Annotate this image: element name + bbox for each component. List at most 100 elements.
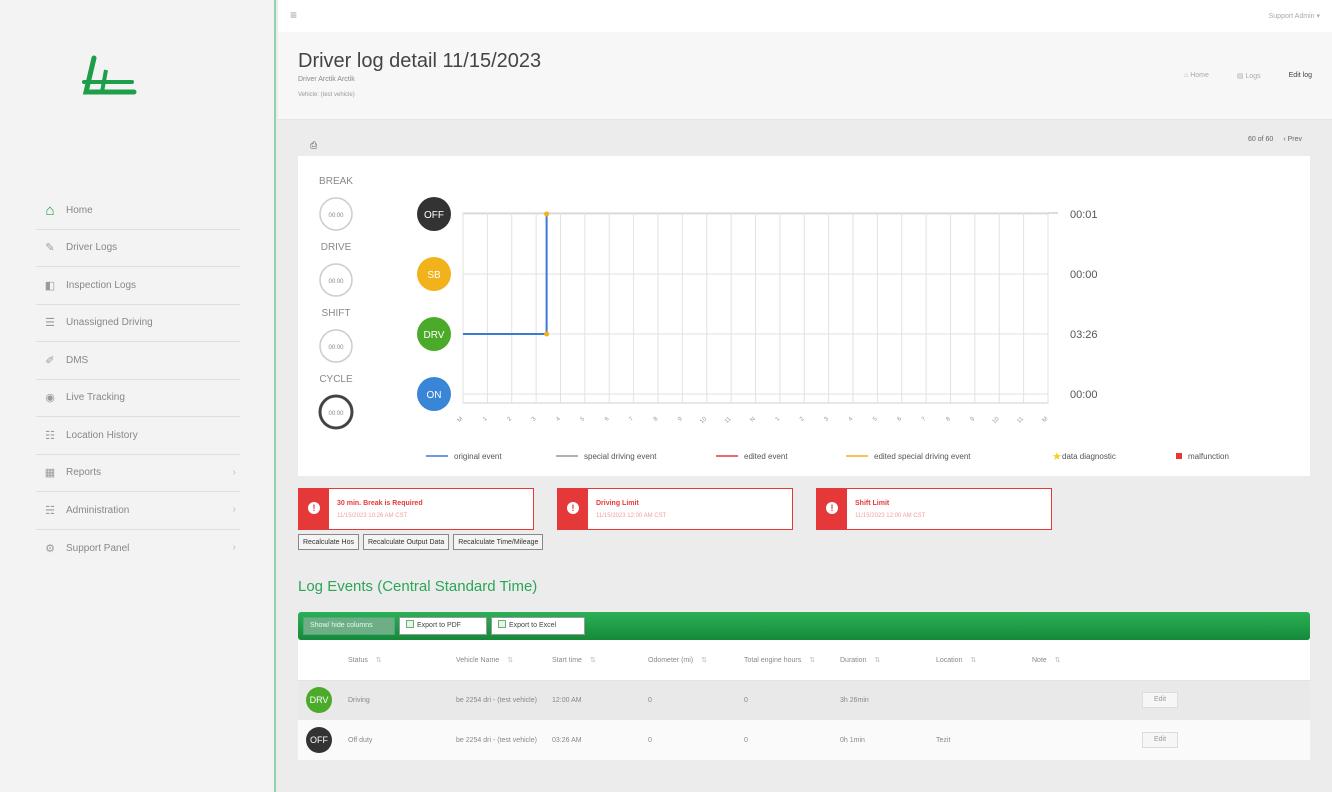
edit-log-link[interactable]: Edit log	[1289, 72, 1312, 80]
legend-label: edited special driving event	[874, 452, 971, 461]
hour-tick-label: 5	[872, 416, 879, 423]
alert-title: Shift Limit	[855, 500, 890, 507]
edit-row-button[interactable]: Edit	[1142, 732, 1178, 748]
edit-row-button[interactable]: Edit	[1142, 692, 1178, 709]
sort-icon[interactable]: ⇅	[1055, 657, 1061, 664]
timer-value: 00:00	[328, 345, 344, 351]
timer-value: 00:00	[328, 279, 344, 285]
hour-tick-label: 10	[699, 416, 708, 425]
status-cell: Off duty	[342, 720, 450, 760]
print-icon[interactable]: ⎙	[310, 140, 317, 151]
alert-time: 11/15/2023 10:26 AM CST	[337, 513, 408, 519]
recalculate-hos-button[interactable]: Recalculate Hos	[298, 534, 359, 550]
list-icon: ☰	[45, 317, 55, 330]
sidebar-item-reports[interactable]: ▦ Reports ›	[36, 455, 240, 492]
support-icon: ⚙	[45, 542, 55, 555]
logs-link[interactable]: ▤ Logs	[1237, 72, 1261, 80]
export-excel-label: Export to Excel	[509, 622, 557, 629]
sidebar-item-location-history[interactable]: ☷ Location History	[36, 417, 240, 455]
table-row[interactable]: DRV Driving be 2254 dri - (test vehicle)…	[298, 680, 1310, 720]
column-header-duration[interactable]: Duration ⇅	[834, 640, 930, 681]
alert-box: !	[558, 489, 588, 529]
alert-title: 30 min. Break is Required	[337, 500, 423, 507]
sort-icon[interactable]: ⇅	[376, 657, 382, 664]
sort-icon[interactable]: ⇅	[970, 657, 976, 664]
event-marker	[544, 331, 550, 337]
alert-driving-limit: ! Driving Limit 11/15/2023 12:00 AM CST	[557, 488, 793, 530]
sidebar-item-label: Administration	[66, 504, 130, 516]
legend-label: special driving event	[584, 452, 657, 461]
timer-label-cycle: CYCLE	[319, 374, 353, 385]
timer-label-drive: DRIVE	[321, 242, 352, 253]
sidebar-item-support-panel[interactable]: ⚙ Support Panel ›	[36, 530, 240, 568]
timer-label-shift: SHIFT	[322, 308, 351, 319]
legend-label: malfunction	[1188, 452, 1229, 461]
sidebar-item-administration[interactable]: ☵ Administration ›	[36, 492, 240, 530]
alert-box: !	[299, 489, 329, 529]
prev-button[interactable]: ‹ Prev	[1283, 136, 1302, 143]
menu-toggle-icon[interactable]: ≡	[290, 8, 297, 22]
header-actions: ⌂ Home ▤ Logs Edit log	[1184, 72, 1312, 80]
engine-hours-cell: 0	[738, 680, 834, 720]
table-header-row: Status ⇅ Vehicle Name ⇅ Start time ⇅ Odomet…	[298, 640, 1310, 681]
odometer-cell: 0	[642, 680, 738, 720]
chevron-right-icon: ›	[232, 541, 236, 553]
hour-tick-label: 3	[823, 416, 830, 423]
recalculate-buttons: Recalculate Hos Recalculate Output Data …	[298, 534, 544, 550]
export-excel-button[interactable]: Export to Excel	[491, 617, 585, 635]
sidebar-item-live-tracking[interactable]: ◉ Live Tracking	[36, 380, 240, 417]
edit-icon: ✎	[45, 242, 55, 255]
column-header-note[interactable]: Note ⇅	[1026, 640, 1136, 681]
home-link[interactable]: ⌂ Home	[1184, 72, 1209, 80]
pager-count: 60 of 60	[1248, 136, 1274, 143]
sort-icon[interactable]: ⇅	[701, 657, 707, 664]
hour-tick-label: 10	[992, 416, 1001, 425]
sidebar-item-dms[interactable]: ✐ DMS	[36, 342, 240, 380]
sidebar: ⌂ Home ✎ Driver Logs ◧ Inspection Logs ☰ Unassi…	[0, 0, 276, 792]
timer-label-break: BREAK	[319, 176, 353, 187]
sidebar-item-inspection-logs[interactable]: ◧ Inspection Logs	[36, 267, 240, 305]
vehicle-cell: be 2254 dri - (test vehicle)	[450, 720, 546, 760]
sort-icon[interactable]: ⇅	[874, 657, 880, 664]
column-header-odometer[interactable]: Odometer (mi) ⇅	[642, 640, 738, 681]
alert-icon: !	[567, 502, 579, 514]
sidebar-item-home[interactable]: ⌂ Home	[36, 192, 240, 230]
status-total: 03:26	[1070, 329, 1098, 341]
column-header-location[interactable]: Location ⇅	[930, 640, 1026, 681]
alert-icon: !	[308, 502, 320, 514]
column-header-start-time[interactable]: Start time ⇅	[546, 640, 642, 681]
column-header-engine-hours[interactable]: Total engine hours ⇅	[738, 640, 834, 681]
table-row[interactable]: OFF Off duty be 2254 dri - (test vehicle…	[298, 720, 1310, 760]
user-menu[interactable]: Support Admin ▾	[1269, 12, 1320, 20]
sidebar-item-driver-logs[interactable]: ✎ Driver Logs	[36, 230, 240, 267]
start-time-cell: 03:26 AM	[546, 720, 642, 760]
sort-icon[interactable]: ⇅	[809, 657, 815, 664]
alert-title: Driving Limit	[596, 500, 639, 507]
column-header-status[interactable]: Status ⇅	[342, 640, 450, 681]
hour-tick-label: 1	[482, 416, 489, 423]
hour-tick-label: 1	[775, 416, 782, 423]
hour-tick-label: 2	[507, 416, 514, 423]
show-hide-columns-button[interactable]: Show/ hide columns	[303, 617, 395, 635]
home-small-icon: ⌂	[1184, 72, 1189, 79]
recalculate-output-button[interactable]: Recalculate Output Data	[362, 534, 450, 550]
actions-column-header	[1136, 640, 1310, 681]
hour-tick-label: M	[457, 416, 465, 424]
sort-icon[interactable]: ⇅	[590, 657, 596, 664]
column-header-vehicle[interactable]: Vehicle Name ⇅	[450, 640, 546, 681]
header-label: Total engine hours	[744, 656, 802, 664]
hos-graph: BREAK 00:00 DRIVE 00:00 SHIFT 00:00 CYCLE 00:00…	[318, 176, 1229, 463]
status-badge: OFF	[306, 727, 332, 753]
status-badge-label: SB	[427, 270, 441, 281]
sidebar-item-label: Driver Logs	[66, 242, 118, 254]
hour-tick-label: 8	[653, 416, 660, 423]
header-label: Start time	[552, 656, 582, 664]
sidebar-item-unassigned-driving[interactable]: ☰ Unassigned Driving	[36, 305, 240, 342]
sort-icon[interactable]: ⇅	[507, 657, 513, 664]
chevron-right-icon: ›	[232, 466, 236, 478]
recalculate-time-mileage-button[interactable]: Recalculate Time/Mileage	[453, 534, 544, 550]
wrench-icon: ✐	[45, 354, 55, 367]
vehicle-name: Vehicle: (test vehicle)	[298, 92, 355, 98]
start-time-cell: 12:00 AM	[546, 680, 642, 720]
export-pdf-button[interactable]: Export to PDF	[399, 617, 487, 635]
